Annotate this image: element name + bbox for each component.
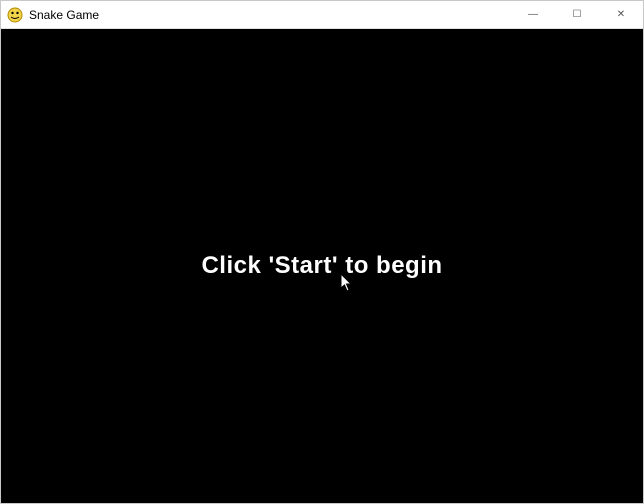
close-icon: ✕ <box>617 9 625 20</box>
minimize-button[interactable]: — <box>511 1 555 28</box>
start-prompt: Click 'Start' to begin <box>201 252 442 280</box>
titlebar[interactable]: Snake Game — ☐ ✕ <box>1 1 643 29</box>
maximize-button[interactable]: ☐ <box>555 1 599 28</box>
window-title: Snake Game <box>29 8 511 22</box>
application-window: Snake Game — ☐ ✕ Click 'Start' to begin <box>0 0 644 504</box>
window-controls: — ☐ ✕ <box>511 1 643 28</box>
snake-icon <box>7 7 23 23</box>
close-button[interactable]: ✕ <box>599 1 643 28</box>
minimize-icon: — <box>528 9 538 20</box>
maximize-icon: ☐ <box>573 9 582 20</box>
game-canvas[interactable]: Click 'Start' to begin <box>1 29 643 503</box>
